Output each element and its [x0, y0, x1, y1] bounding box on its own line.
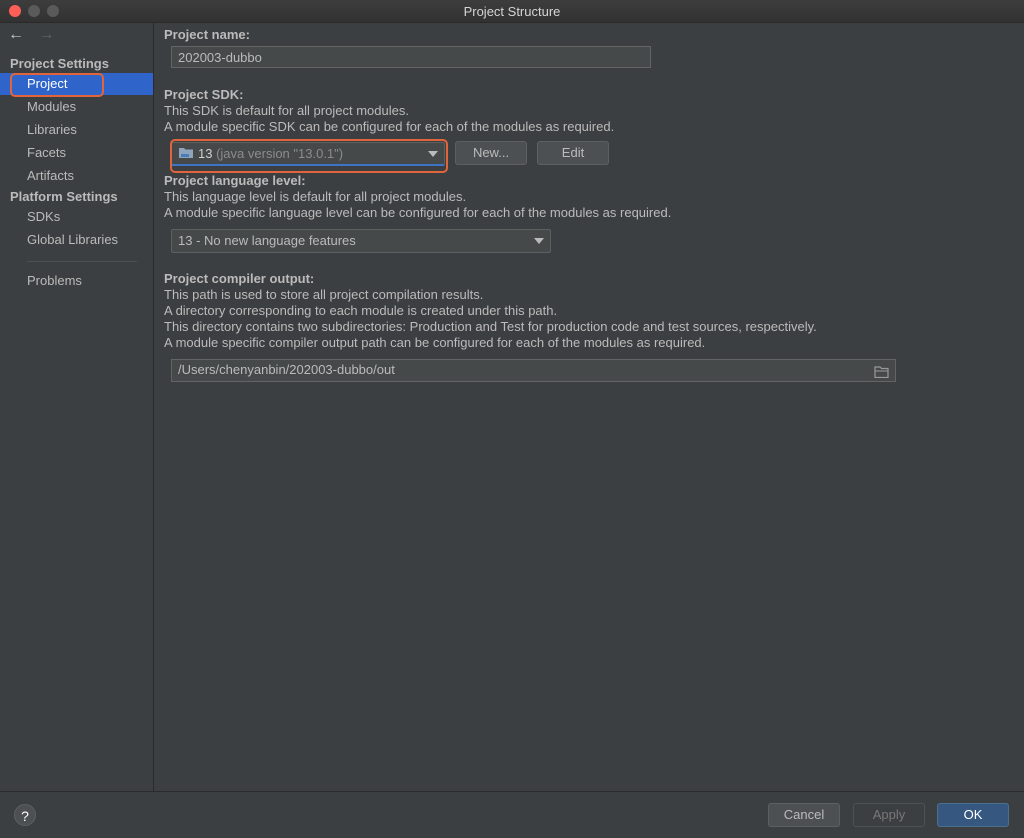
sdk-description-2: A module specific SDK can be configured … — [164, 119, 615, 134]
output-description-2: A directory corresponding to each module… — [164, 303, 558, 318]
language-description-2: A module specific language level can be … — [164, 205, 672, 220]
chevron-down-icon — [534, 238, 544, 244]
sidebar-item-label: Modules — [27, 99, 77, 114]
sidebar-item-label: Global Libraries — [27, 232, 119, 247]
project-structure-window: Project Structure ← → Project Settings P… — [0, 0, 1024, 838]
back-arrow-icon[interactable]: ← — [8, 26, 24, 43]
project-name-input[interactable] — [171, 46, 651, 68]
apply-button[interactable]: Apply — [853, 803, 925, 827]
sidebar-divider — [27, 261, 137, 262]
sidebar-item-artifacts[interactable]: Artifacts — [0, 165, 153, 187]
project-settings-panel: Project name: Project SDK: This SDK is d… — [154, 23, 1024, 791]
help-button[interactable]: ? — [14, 804, 36, 826]
ok-button[interactable]: OK — [937, 803, 1009, 827]
sidebar-item-label: Artifacts — [27, 168, 74, 183]
sidebar-item-sdks[interactable]: SDKs — [0, 206, 153, 228]
output-description-3: This directory contains two subdirectori… — [164, 319, 817, 334]
compiler-output-label: Project compiler output: — [164, 271, 315, 286]
edit-sdk-button[interactable]: Edit — [537, 141, 609, 165]
project-settings-header: Project Settings — [10, 56, 109, 71]
title-bar: Project Structure — [0, 0, 1024, 23]
cancel-button[interactable]: Cancel — [768, 803, 840, 827]
language-level-label: Project language level: — [164, 173, 306, 188]
highlight-box-sdk — [170, 139, 448, 173]
highlight-box-project — [10, 73, 104, 97]
project-sdk-label: Project SDK: — [164, 87, 244, 102]
sidebar-item-label: Problems — [27, 273, 82, 288]
platform-settings-header: Platform Settings — [10, 189, 118, 204]
compiler-output-path: /Users/chenyanbin/202003-dubbo/out — [178, 362, 395, 377]
language-level-dropdown[interactable]: 13 - No new language features — [171, 229, 551, 253]
sidebar-item-label: Facets — [27, 145, 67, 160]
output-description-4: A module specific compiler output path c… — [164, 335, 706, 350]
sidebar-item-label: SDKs — [27, 209, 61, 224]
new-sdk-button[interactable]: New... — [455, 141, 527, 165]
window-title: Project Structure — [463, 4, 561, 19]
sidebar-item-label: Libraries — [27, 122, 77, 137]
language-level-value: 13 - No new language features — [178, 233, 356, 248]
language-description-1: This language level is default for all p… — [164, 189, 467, 204]
sidebar-item-global-libraries[interactable]: Global Libraries — [0, 229, 153, 251]
sidebar-item-problems[interactable]: Problems — [0, 270, 153, 292]
sidebar-item-facets[interactable]: Facets — [0, 142, 153, 164]
nav-arrows: ← → — [8, 26, 64, 44]
browse-folder-icon[interactable] — [874, 364, 889, 384]
sidebar-item-modules[interactable]: Modules — [0, 96, 153, 118]
output-description-1: This path is used to store all project c… — [164, 287, 484, 302]
project-name-label: Project name: — [164, 27, 250, 42]
dialog-footer: ? Cancel Apply OK — [0, 791, 1024, 838]
forward-arrow-icon[interactable]: → — [38, 26, 54, 43]
compiler-output-path-field[interactable]: /Users/chenyanbin/202003-dubbo/out — [171, 359, 896, 382]
sidebar-item-libraries[interactable]: Libraries — [0, 119, 153, 141]
sidebar: ← → Project Settings Project Modules Lib… — [0, 23, 154, 791]
sdk-description-1: This SDK is default for all project modu… — [164, 103, 409, 118]
